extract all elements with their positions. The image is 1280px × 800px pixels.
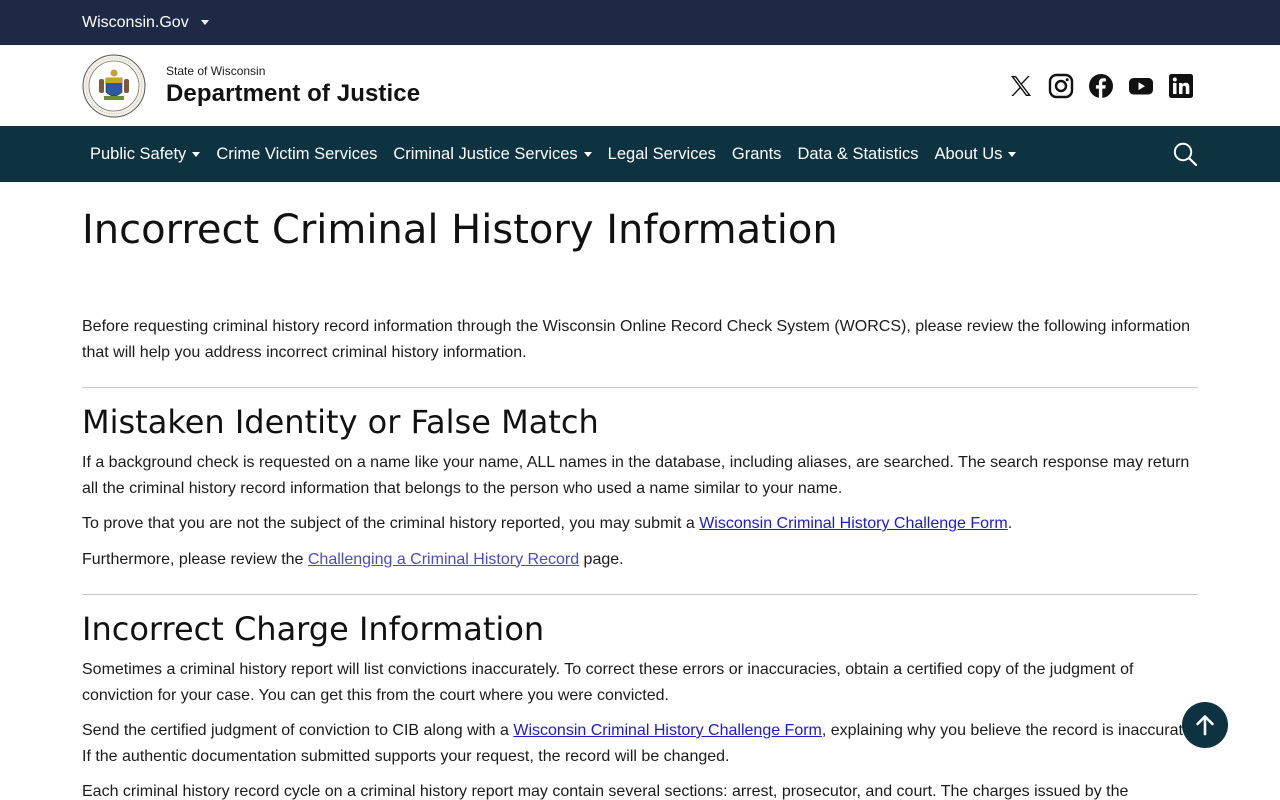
state-label: State of Wisconsin bbox=[166, 63, 266, 78]
nav-item-label: Grants bbox=[731, 144, 782, 163]
nav-item-data-statistics[interactable]: Data & Statistics bbox=[797, 145, 918, 164]
paragraph-text: Furthermore, please review the bbox=[82, 550, 308, 568]
nav-item-label: Legal Services bbox=[607, 144, 716, 163]
top-utility-bar: Wisconsin.Gov bbox=[0, 0, 1280, 45]
section-heading-incorrect-charge: Incorrect Charge Information bbox=[82, 610, 545, 648]
page-title: Incorrect Criminal History Information bbox=[82, 207, 838, 253]
section-divider bbox=[82, 594, 1198, 595]
chevron-down-icon bbox=[200, 20, 209, 25]
challenge-form-link[interactable]: Wisconsin Criminal History Challenge For… bbox=[513, 722, 822, 739]
intro-paragraph: Before requesting criminal history recor… bbox=[82, 318, 1191, 361]
wisconsin-gov-label: Wisconsin.Gov bbox=[82, 13, 189, 31]
search-icon[interactable] bbox=[1172, 141, 1198, 167]
back-to-top-button[interactable] bbox=[1182, 702, 1228, 748]
arrow-up-icon bbox=[1196, 715, 1214, 736]
nav-item-label: Public Safety bbox=[90, 144, 187, 163]
paragraph-text: . bbox=[1007, 515, 1013, 532]
wisconsin-gov-dropdown[interactable]: Wisconsin.Gov bbox=[82, 14, 209, 32]
paragraph-text: page. bbox=[579, 550, 624, 568]
x-icon[interactable] bbox=[1008, 73, 1034, 99]
department-title: Department of Justice bbox=[166, 79, 421, 107]
challenge-form-link[interactable]: Wisconsin Criminal History Challenge For… bbox=[699, 515, 1008, 532]
nav-item-criminal-justice-services[interactable]: Criminal Justice Services bbox=[393, 144, 592, 164]
youtube-icon[interactable] bbox=[1128, 73, 1154, 99]
linkedin-icon[interactable] bbox=[1168, 73, 1194, 99]
send-judgment-paragraph: Send the certified judgment of convictio… bbox=[82, 718, 1198, 769]
main-content: Incorrect Criminal History Information B… bbox=[0, 182, 1280, 800]
section-heading-mistaken-identity: Mistaken Identity or False Match bbox=[82, 403, 599, 441]
site-header: State of Wisconsin Department of Justice bbox=[0, 45, 1280, 126]
brand-home-link[interactable]: State of Wisconsin Department of Justice bbox=[82, 54, 420, 118]
nav-menu: Public Safety Crime Victim Services Crim… bbox=[90, 144, 1017, 164]
nav-item-label: Crime Victim Services bbox=[216, 144, 378, 163]
paragraph-text: To prove that you are not the subject of… bbox=[82, 515, 700, 532]
challenge-form-paragraph: To prove that you are not the subject of… bbox=[82, 511, 1198, 537]
nav-item-public-safety[interactable]: Public Safety bbox=[90, 144, 201, 164]
chevron-down-icon bbox=[583, 151, 592, 157]
nav-item-about-us[interactable]: About Us bbox=[934, 144, 1017, 164]
nav-item-label: About Us bbox=[934, 144, 1003, 163]
main-navigation: Public Safety Crime Victim Services Crim… bbox=[0, 126, 1280, 182]
nav-item-crime-victim-services[interactable]: Crime Victim Services bbox=[216, 145, 377, 164]
chevron-down-icon bbox=[1008, 151, 1017, 157]
incorrect-charge-paragraph: Sometimes a criminal history report will… bbox=[82, 661, 1134, 704]
paragraph-text: Send the certified judgment of convictio… bbox=[82, 722, 514, 739]
record-cycle-paragraph: Each criminal history record cycle on a … bbox=[82, 783, 1129, 800]
mistaken-identity-paragraph: If a background check is requested on a … bbox=[82, 454, 1190, 497]
challenging-record-link[interactable]: Challenging a Criminal History Record bbox=[308, 551, 579, 568]
social-links bbox=[1008, 73, 1194, 99]
nav-item-grants[interactable]: Grants bbox=[732, 145, 782, 164]
nav-item-label: Criminal Justice Services bbox=[393, 144, 578, 163]
nav-item-legal-services[interactable]: Legal Services bbox=[608, 145, 716, 164]
section-divider bbox=[82, 387, 1198, 388]
review-paragraph: Furthermore, please review the Challengi… bbox=[82, 547, 1198, 573]
chevron-down-icon bbox=[192, 151, 201, 157]
instagram-icon[interactable] bbox=[1048, 73, 1074, 99]
seal-logo bbox=[82, 54, 146, 117]
facebook-icon[interactable] bbox=[1088, 73, 1114, 99]
nav-item-label: Data & Statistics bbox=[797, 144, 919, 163]
